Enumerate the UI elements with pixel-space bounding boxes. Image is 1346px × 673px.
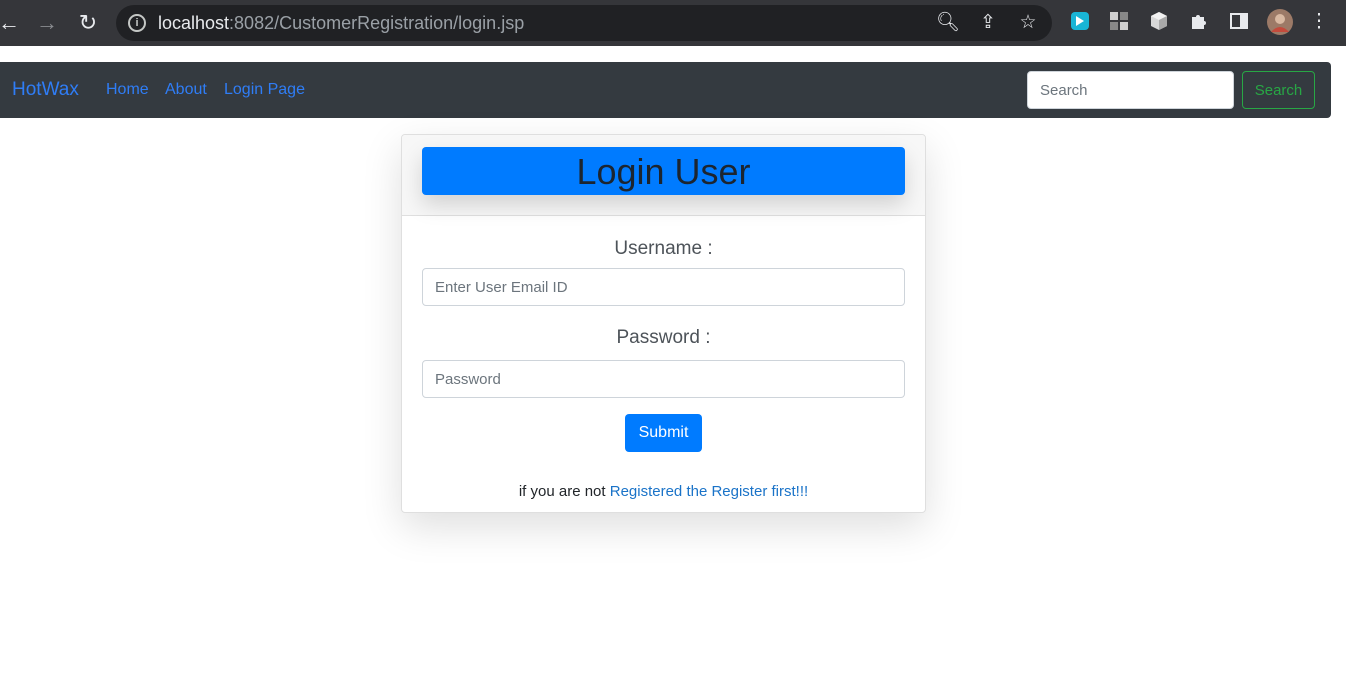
nav-link-home[interactable]: Home [106,81,149,99]
nav-link-about[interactable]: About [165,81,207,99]
nav-link-login-page[interactable]: Login Page [224,81,305,99]
url-path: :8082/CustomerRegistration/login.jsp [229,13,525,33]
back-icon[interactable]: ← [0,8,24,38]
register-prompt-text: if you are not [518,483,606,500]
info-icon[interactable]: i [128,14,146,32]
extension-grid-icon[interactable] [1107,10,1131,34]
extension-cube-icon[interactable] [1147,10,1171,34]
username-label: Username : [614,238,713,259]
search-button[interactable]: Search [1242,71,1315,109]
card-header: Login User [402,135,925,216]
url-host: localhost [158,13,230,33]
browser-toolbar: ← → ↻ i localhost:8082/CustomerRegistrat… [0,0,1346,46]
forward-icon[interactable]: → [32,8,62,38]
sidebar-icon[interactable] [1227,10,1251,34]
login-card: Login User Username : Password : Submit … [401,134,926,513]
password-label: Password : [616,327,711,348]
password-field[interactable] [422,360,905,398]
search-input[interactable] [1027,71,1234,109]
register-link[interactable]: Registered the Register first!!! [610,483,808,500]
register-prompt: if you are not Registered the Register f… [402,483,925,500]
address-bar[interactable]: i localhost:8082/CustomerRegistration/lo… [116,5,1052,41]
page-title: Login User [422,147,905,195]
share-icon[interactable]: ⇪ [976,11,1000,35]
extension-bing-icon[interactable] [1068,10,1092,34]
kebab-menu-icon[interactable]: ⋮ [1307,10,1331,34]
puzzle-icon[interactable] [1187,10,1211,34]
avatar[interactable] [1266,8,1294,36]
navbar-brand[interactable]: HotWax [12,79,79,101]
star-icon[interactable]: ☆ [1016,11,1040,35]
zoom-out-icon[interactable]: 🔍︎ [936,11,960,35]
reload-icon[interactable]: ↻ [73,8,103,38]
username-field[interactable] [422,268,905,306]
submit-button[interactable]: Submit [625,414,702,452]
navbar: HotWax Home About Login Page Search [0,62,1331,118]
url-text[interactable]: localhost:8082/CustomerRegistration/logi… [158,13,524,34]
